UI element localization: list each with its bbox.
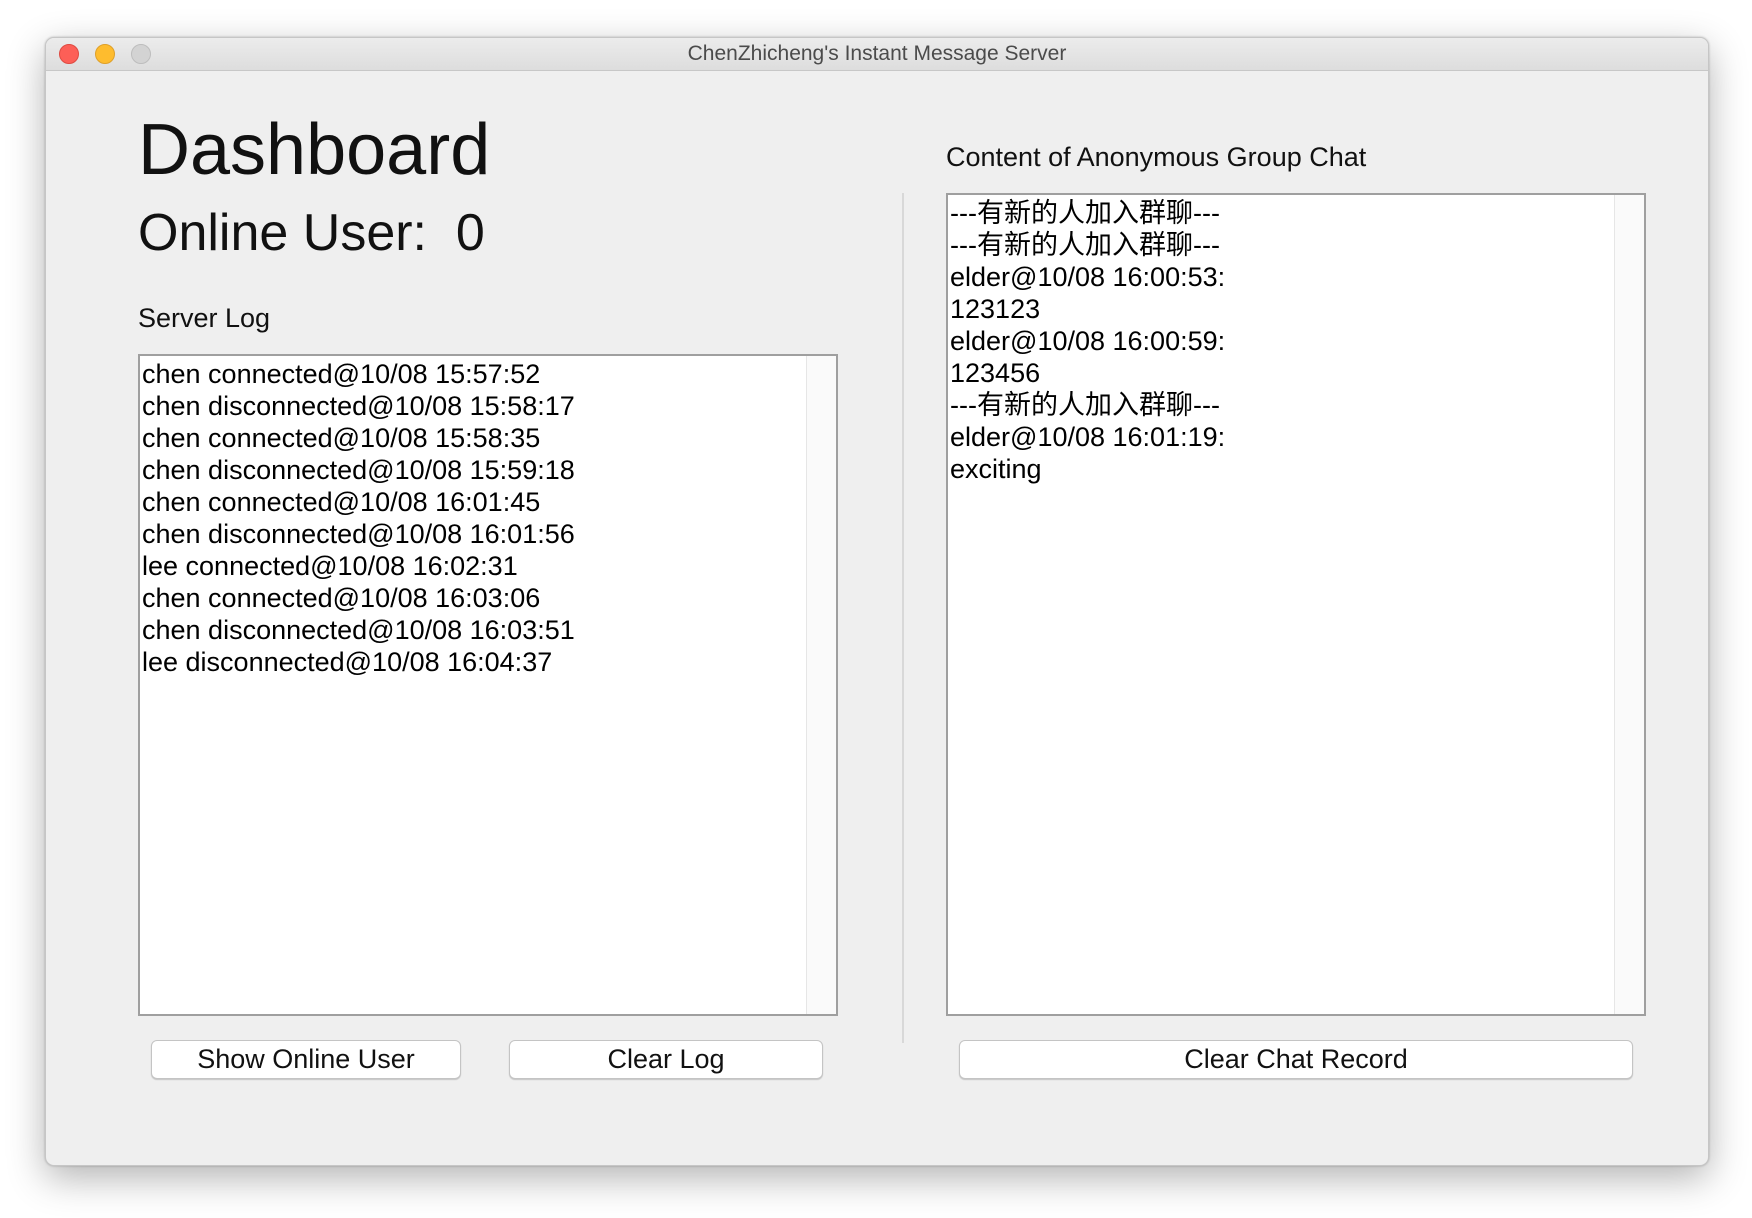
log-entry: lee connected@10/08 16:02:31: [142, 551, 518, 581]
group-chat-textarea[interactable]: ---有新的人加入群聊--- ---有新的人加入群聊--- elder@10/08 …: [946, 193, 1646, 1016]
clear-chat-record-button[interactable]: Clear Chat Record: [959, 1040, 1633, 1079]
clear-log-button[interactable]: Clear Log: [509, 1040, 823, 1079]
server-log-textarea[interactable]: chen connected@10/08 15:57:52 chen discon…: [138, 354, 838, 1016]
page-title: Dashboard: [138, 110, 491, 190]
server-log-scrollbar[interactable]: [806, 356, 836, 1014]
log-entry: lee disconnected@10/08 16:04:37: [142, 647, 553, 677]
chat-message-line: ---有新的人加入群聊---: [950, 390, 1220, 420]
server-log-label: Server Log: [138, 303, 271, 333]
title-bar[interactable]: ChenZhicheng's Instant Message Server: [46, 38, 1708, 71]
show-online-user-button[interactable]: Show Online User: [151, 1040, 461, 1079]
log-entry: chen disconnected@10/08 15:59:18: [142, 455, 575, 485]
chat-message-line: 123456: [950, 358, 1041, 388]
chat-message-line: ---有新的人加入群聊---: [950, 198, 1220, 228]
group-chat-scrollbar[interactable]: [1614, 195, 1644, 1014]
log-entry: chen connected@10/08 16:03:06: [142, 583, 541, 613]
chat-message-line: 123123: [950, 294, 1041, 324]
window-title: ChenZhicheng's Instant Message Server: [687, 42, 1067, 65]
chat-message-line: elder@10/08 16:01:19:: [950, 422, 1226, 452]
log-entry: chen disconnected@10/08 16:01:56: [142, 519, 575, 549]
online-user-count: 0: [455, 204, 485, 262]
chat-message-line: ---有新的人加入群聊---: [950, 230, 1220, 260]
chat-message-line: exciting: [950, 454, 1042, 484]
log-entry: chen connected@10/08 15:57:52: [142, 359, 541, 389]
server-log-lines: chen connected@10/08 15:57:52 chen discon…: [142, 358, 575, 678]
panel-divider: [902, 193, 904, 1043]
close-window-icon[interactable]: [59, 44, 79, 64]
group-chat-label: Content of Anonymous Group Chat: [946, 142, 1367, 172]
online-user-row: Online User: 0: [138, 202, 485, 264]
group-chat-lines: ---有新的人加入群聊--- ---有新的人加入群聊--- elder@10/08 …: [950, 197, 1225, 485]
chat-message-line: elder@10/08 16:00:53:: [950, 262, 1226, 292]
log-entry: chen connected@10/08 16:01:45: [142, 487, 541, 517]
maximize-window-icon: [131, 44, 151, 64]
log-entry: chen connected@10/08 15:58:35: [142, 423, 541, 453]
app-window: ChenZhicheng's Instant Message Server Da…: [45, 37, 1709, 1166]
log-entry: chen disconnected@10/08 16:03:51: [142, 615, 575, 645]
log-entry: chen disconnected@10/08 15:58:17: [142, 391, 575, 421]
chat-message-line: elder@10/08 16:00:59:: [950, 326, 1226, 356]
minimize-window-icon[interactable]: [95, 44, 115, 64]
online-user-label: Online User:: [138, 204, 427, 262]
